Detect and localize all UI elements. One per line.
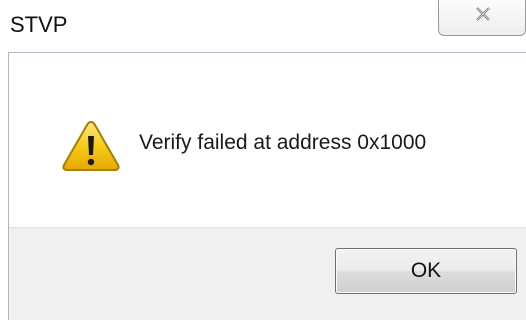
button-bar: OK xyxy=(9,227,526,320)
title-bar: STVP xyxy=(0,0,526,52)
close-x-icon xyxy=(476,7,490,21)
warning-icon xyxy=(62,120,120,171)
message-box-window: STVP Verify failed at address 0x1000 OK xyxy=(0,0,526,320)
error-message: Verify failed at address 0x1000 xyxy=(139,131,427,154)
window-title: STVP xyxy=(10,12,68,37)
close-button[interactable] xyxy=(438,0,526,36)
ok-button[interactable]: OK xyxy=(335,248,517,294)
dialog-body: Verify failed at address 0x1000 OK xyxy=(8,52,526,320)
message-area: Verify failed at address 0x1000 xyxy=(9,53,526,227)
